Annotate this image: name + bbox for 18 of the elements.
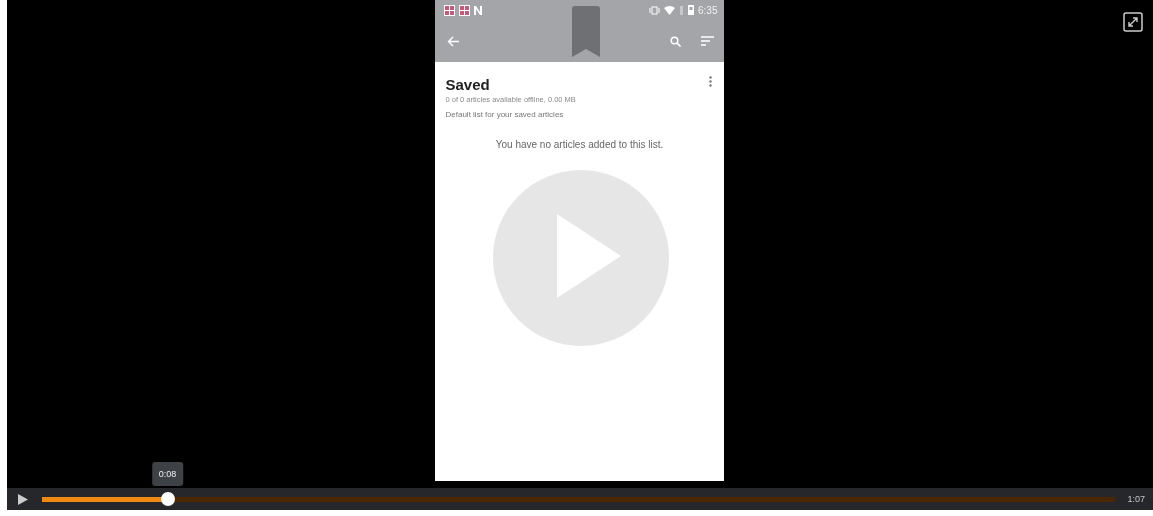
battery-icon (688, 5, 695, 15)
search-icon[interactable] (669, 35, 681, 47)
vibrate-icon (649, 5, 661, 15)
notification-icon (443, 4, 455, 16)
list-title: Saved (445, 76, 490, 93)
notification-icon (458, 4, 470, 16)
fullscreen-icon[interactable] (1123, 12, 1143, 32)
status-time: 6:35 (698, 4, 718, 16)
progress-handle[interactable] (160, 491, 175, 506)
play-button[interactable] (16, 492, 30, 506)
wifi-icon (664, 5, 676, 15)
back-icon[interactable] (446, 35, 459, 47)
empty-message: You have no articles added to this list. (494, 139, 665, 150)
list-description: Default list for your saved articles (445, 110, 565, 119)
nfc-icon (473, 5, 482, 15)
more-icon[interactable] (708, 76, 712, 87)
signal-icon (679, 5, 685, 15)
duration: 1:07 (1127, 494, 1145, 504)
